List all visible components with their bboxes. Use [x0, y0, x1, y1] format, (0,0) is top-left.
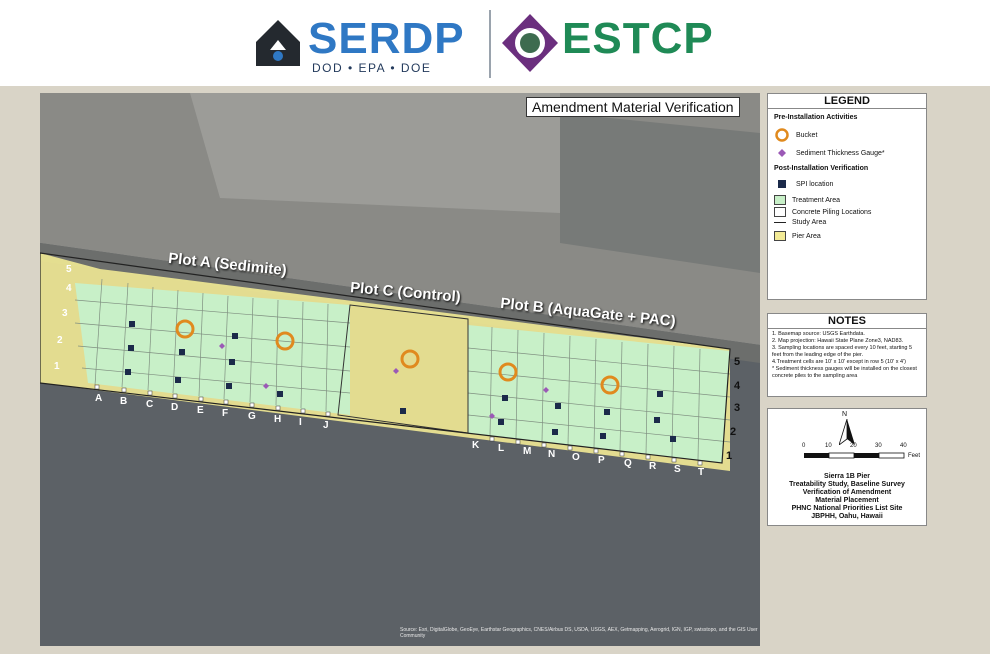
map-canvas: [40, 93, 760, 646]
column-label-i: I: [299, 417, 302, 428]
legend-title: LEGEND: [768, 94, 926, 109]
column-label-f: F: [222, 408, 229, 419]
info-title-line-3: Verification of Amendment: [802, 489, 892, 496]
legend-post-heading: Post-Installation Verification: [774, 165, 869, 172]
column-label-e: E: [197, 405, 204, 416]
serdp-logo-subtitle: DOD • EPA • DOE: [312, 61, 432, 75]
legend-pre-heading: Pre-Installation Activities: [774, 114, 858, 121]
legend-spi: SPI location: [774, 179, 833, 189]
pier-swatch: [774, 231, 786, 241]
row-label-left-2: 2: [57, 335, 63, 346]
legend-bucket: Bucket: [774, 128, 817, 142]
notes-panel: NOTES 1. Basemap source: USGS Earthdata.…: [767, 313, 927, 397]
column-label-q: Q: [624, 458, 632, 469]
note-line-3: 3. Sampling locations are spaced every 1…: [772, 345, 913, 358]
scale-unit: Feet: [908, 453, 921, 459]
serdp-emblem-icon: [256, 20, 300, 66]
info-title-line-6: JBPHH, Oahu, Hawaii: [811, 513, 883, 520]
info-title-line-2: Treatability Study, Baseline Survey: [789, 481, 905, 488]
north-arrow-icon: [839, 419, 855, 445]
spi-icon: [778, 180, 786, 188]
column-label-p: P: [598, 455, 605, 466]
row-label-left-5: 5: [66, 264, 72, 275]
scale-tick-0: 0: [802, 443, 806, 449]
column-label-c: C: [146, 399, 154, 410]
row-label-right-5: 5: [734, 356, 741, 368]
legend-pier-label: Pier Area: [792, 232, 821, 240]
column-label-r: R: [649, 461, 657, 472]
rooftop-building: [190, 93, 560, 213]
map-title: Amendment Material Verification: [526, 97, 740, 117]
info-title-line-1: Sierra 1B Pier: [824, 473, 870, 480]
note-line-2: 2. Map projection: Hawaii State Plane Zo…: [772, 338, 904, 344]
gauge-icon: [778, 149, 786, 157]
serdp-logo-text: SERDP: [308, 14, 465, 63]
column-label-t: T: [698, 467, 705, 478]
column-label-o: O: [572, 452, 580, 463]
scale-tick-20: 20: [850, 443, 857, 449]
piling-swatch: [774, 207, 786, 217]
column-label-a: A: [95, 393, 103, 404]
column-label-j: J: [323, 420, 329, 431]
row-label-right-2: 2: [730, 426, 737, 438]
note-line-5: * Sediment thickness gauges will be inst…: [772, 366, 917, 379]
info-title-line-4: Material Placement: [815, 497, 879, 504]
column-label-l: L: [498, 443, 505, 454]
notes-title: NOTES: [768, 314, 926, 329]
scale-tick-10: 10: [825, 443, 832, 449]
estcp-logo-text: ESTCP: [562, 14, 714, 63]
column-label-b: B: [120, 396, 128, 407]
legend-study-label: Study Area: [792, 219, 827, 226]
scale-tick-40: 40: [900, 443, 907, 449]
legend-piling: Concrete Piling Locations: [774, 207, 871, 217]
column-label-m: M: [523, 446, 532, 457]
info-panel: N 0 10 20 30 40 Feet Sierra 1B Pier Trea…: [767, 408, 927, 526]
legend-gauge: Sediment Thickness Gauge*: [774, 148, 885, 158]
column-label-d: D: [171, 402, 179, 413]
study-line-swatch: [774, 222, 786, 223]
bucket-icon: [775, 128, 789, 142]
serdp-logo: SERDP DOD • EPA • DOE: [252, 12, 482, 78]
row-label-left-1: 1: [54, 361, 60, 372]
legend-pier: Pier Area: [774, 231, 821, 241]
north-label: N: [842, 411, 848, 418]
legend-panel: LEGEND Pre-Installation Activities Bucke…: [767, 93, 927, 300]
scale-bar-icon: [804, 452, 905, 459]
column-label-s: S: [674, 464, 681, 475]
estcp-logo: ESTCP: [500, 12, 730, 78]
column-label-g: G: [248, 411, 256, 422]
estcp-seal-icon: [502, 14, 558, 72]
note-line-4: 4.Treatment cells are 10' x 10' except i…: [772, 359, 906, 365]
column-label-n: N: [548, 449, 556, 460]
treatment-swatch: [774, 195, 786, 205]
note-line-1: 1. Basemap source: USGS Earthdata.: [772, 331, 865, 337]
map-frame[interactable]: Plot A (Sedimite) Plot C (Control) Plot …: [40, 93, 760, 646]
header-banner: SERDP DOD • EPA • DOE ESTCP: [0, 0, 990, 86]
legend-treatment: Treatment Area: [774, 195, 840, 205]
row-label-left-3: 3: [62, 308, 68, 319]
legend-treatment-label: Treatment Area: [792, 196, 840, 204]
info-title-line-5: PHNC National Priorities List Site: [791, 505, 903, 512]
row-label-left-4: 4: [66, 283, 72, 294]
map-info-title: Sierra 1B Pier Treatability Study, Basel…: [768, 473, 926, 521]
legend-study: Study Area: [774, 219, 826, 226]
legend-bucket-label: Bucket: [796, 131, 818, 139]
map-attribution: Source: Esri, DigitalGlobe, GeoEye, Eart…: [400, 627, 758, 639]
notes-body: 1. Basemap source: USGS Earthdata. 2. Ma…: [768, 329, 926, 382]
column-label-h: H: [274, 414, 282, 425]
column-label-k: K: [472, 440, 480, 451]
logo-divider: [489, 10, 491, 78]
row-label-right-3: 3: [734, 402, 741, 414]
scale-tick-30: 30: [875, 443, 882, 449]
row-label-right-1: 1: [726, 450, 733, 462]
legend-piling-label: Concrete Piling Locations: [792, 208, 872, 216]
row-label-right-4: 4: [734, 380, 741, 392]
legend-spi-label: SPI location: [796, 180, 834, 188]
legend-gauge-label: Sediment Thickness Gauge*: [796, 149, 885, 157]
